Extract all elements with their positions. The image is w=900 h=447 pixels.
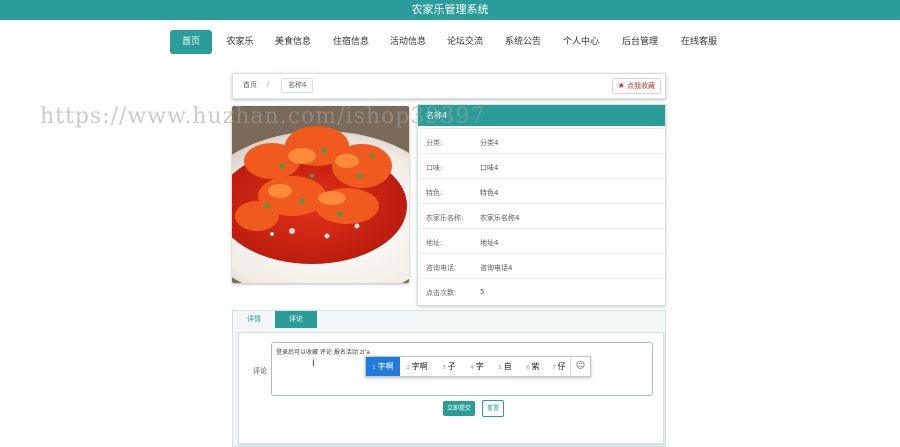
ime-candidate-text: 子 [447, 362, 456, 371]
breadcrumb: 首页 / 名称4 ★ 点我收藏 [232, 73, 666, 99]
info-key: 口味: [426, 164, 443, 172]
nav-item-user-center[interactable]: 个人中心 [558, 30, 604, 54]
info-row: 特色: 特色4 [418, 178, 665, 204]
dish-photo-graphic [232, 106, 409, 283]
info-value: 农家乐名称4 [480, 214, 520, 222]
info-row: 地址: 地址4 [418, 228, 665, 254]
dish-image [232, 106, 409, 283]
ime-candidate-bar: 1 字啊 2 字啊 3子 4字 5自 6紫 7仔 ☺ [365, 356, 591, 377]
submit-button[interactable]: 立即提交 [443, 401, 476, 416]
ime-candidate-number: 7 [552, 365, 556, 371]
info-row: 咨询电话: 咨询电话4 [418, 253, 665, 279]
reset-button[interactable]: 重置 [482, 400, 505, 417]
info-value: 咨询电话4 [480, 264, 513, 272]
ime-candidate-text: 仔 [557, 362, 566, 371]
info-value: 特色4 [480, 189, 499, 197]
ime-candidate-number: 3 [442, 365, 446, 371]
favorite-button[interactable]: ★ 点我收藏 [611, 78, 661, 94]
info-key: 农家乐名称: [426, 214, 464, 222]
comment-label: 评论 [253, 367, 267, 375]
favorite-label: 点我收藏 [627, 82, 655, 90]
nav-item-support[interactable]: 在线客服 [676, 30, 722, 54]
info-value: 地址4 [480, 239, 499, 247]
comment-text: 登录后可以收藏 评论 报名活动 zi'a [276, 349, 370, 356]
ime-candidate-text: 字啊 [377, 362, 394, 371]
ime-candidate-text: 字 [475, 362, 484, 371]
info-row: 点击次数: 5 [418, 278, 665, 304]
info-value: 分类4 [480, 139, 499, 147]
breadcrumb-separator: / [267, 80, 270, 88]
info-value: 口味4 [480, 164, 499, 172]
info-card: 名称4 分类: 分类4 口味: 口味4 特色: 特色4 农家乐名称: 农家乐名称… [417, 104, 666, 306]
nav-item-home[interactable]: 首页 [170, 30, 212, 54]
info-row: 分类: 分类4 [418, 128, 665, 154]
nav-item-forum[interactable]: 论坛交流 [442, 30, 488, 54]
breadcrumb-current: 名称4 [281, 78, 314, 93]
ime-candidate-text: 紫 [531, 362, 540, 371]
info-key: 点击次数: [426, 289, 457, 297]
ime-candidate-text: 字啊 [411, 362, 428, 371]
star-icon: ★ [617, 81, 625, 90]
info-row: 口味: 口味4 [418, 153, 665, 179]
nav-item-notices[interactable]: 系统公告 [500, 30, 546, 54]
tab-comment[interactable]: 评论 [275, 311, 317, 328]
main-nav: 首页 农家乐 美食信息 住宿信息 活动信息 论坛交流 系统公告 个人中心 后台管… [0, 30, 900, 54]
info-key: 地址: [426, 239, 443, 247]
ime-candidate-number: 5 [498, 365, 502, 371]
ime-candidate[interactable]: 2 字啊 [400, 357, 434, 376]
text-cursor-icon: I [312, 359, 315, 369]
breadcrumb-home[interactable]: 首页 [243, 80, 257, 90]
app-title: 农家乐管理系统 [411, 3, 489, 16]
tab-detail[interactable]: 详情 [233, 311, 275, 328]
detail-tabs: 详情 评论 评论 登录后可以收藏 评论 报名活动 zi'a I 1 字啊 2 字啊 … [232, 310, 666, 447]
nav-item-activities[interactable]: 活动信息 [385, 30, 431, 54]
ime-candidate-number: 1 [372, 365, 376, 371]
info-title: 名称4 [418, 105, 665, 126]
nav-item-lodging[interactable]: 住宿信息 [328, 30, 374, 54]
info-key: 咨询电话: [426, 264, 457, 272]
comment-input[interactable]: 登录后可以收藏 评论 报名活动 zi'a I 1 字啊 2 字啊 3子 4字 5自 … [271, 342, 653, 396]
ime-candidate-number: 4 [470, 365, 474, 371]
ime-candidate-number: 2 [406, 365, 410, 371]
ime-candidate-text: 自 [503, 362, 512, 371]
comment-panel: 评论 登录后可以收藏 评论 报名活动 zi'a I 1 字啊 2 字啊 3子 4字 … [238, 332, 664, 444]
emoji-icon[interactable]: ☺ [570, 357, 590, 376]
nav-item-admin[interactable]: 后台管理 [617, 30, 663, 54]
info-key: 特色: [426, 189, 443, 197]
ime-candidate[interactable]: 1 字啊 [366, 357, 400, 376]
ime-candidate-number: 6 [526, 365, 530, 371]
info-value: 5 [480, 288, 485, 296]
info-key: 分类: [426, 139, 443, 147]
info-row: 农家乐名称: 农家乐名称4 [418, 203, 665, 229]
app-header: 农家乐管理系统 [0, 0, 900, 20]
nav-item-food[interactable]: 美食信息 [270, 30, 316, 54]
nav-item-farmstay[interactable]: 农家乐 [219, 30, 261, 54]
